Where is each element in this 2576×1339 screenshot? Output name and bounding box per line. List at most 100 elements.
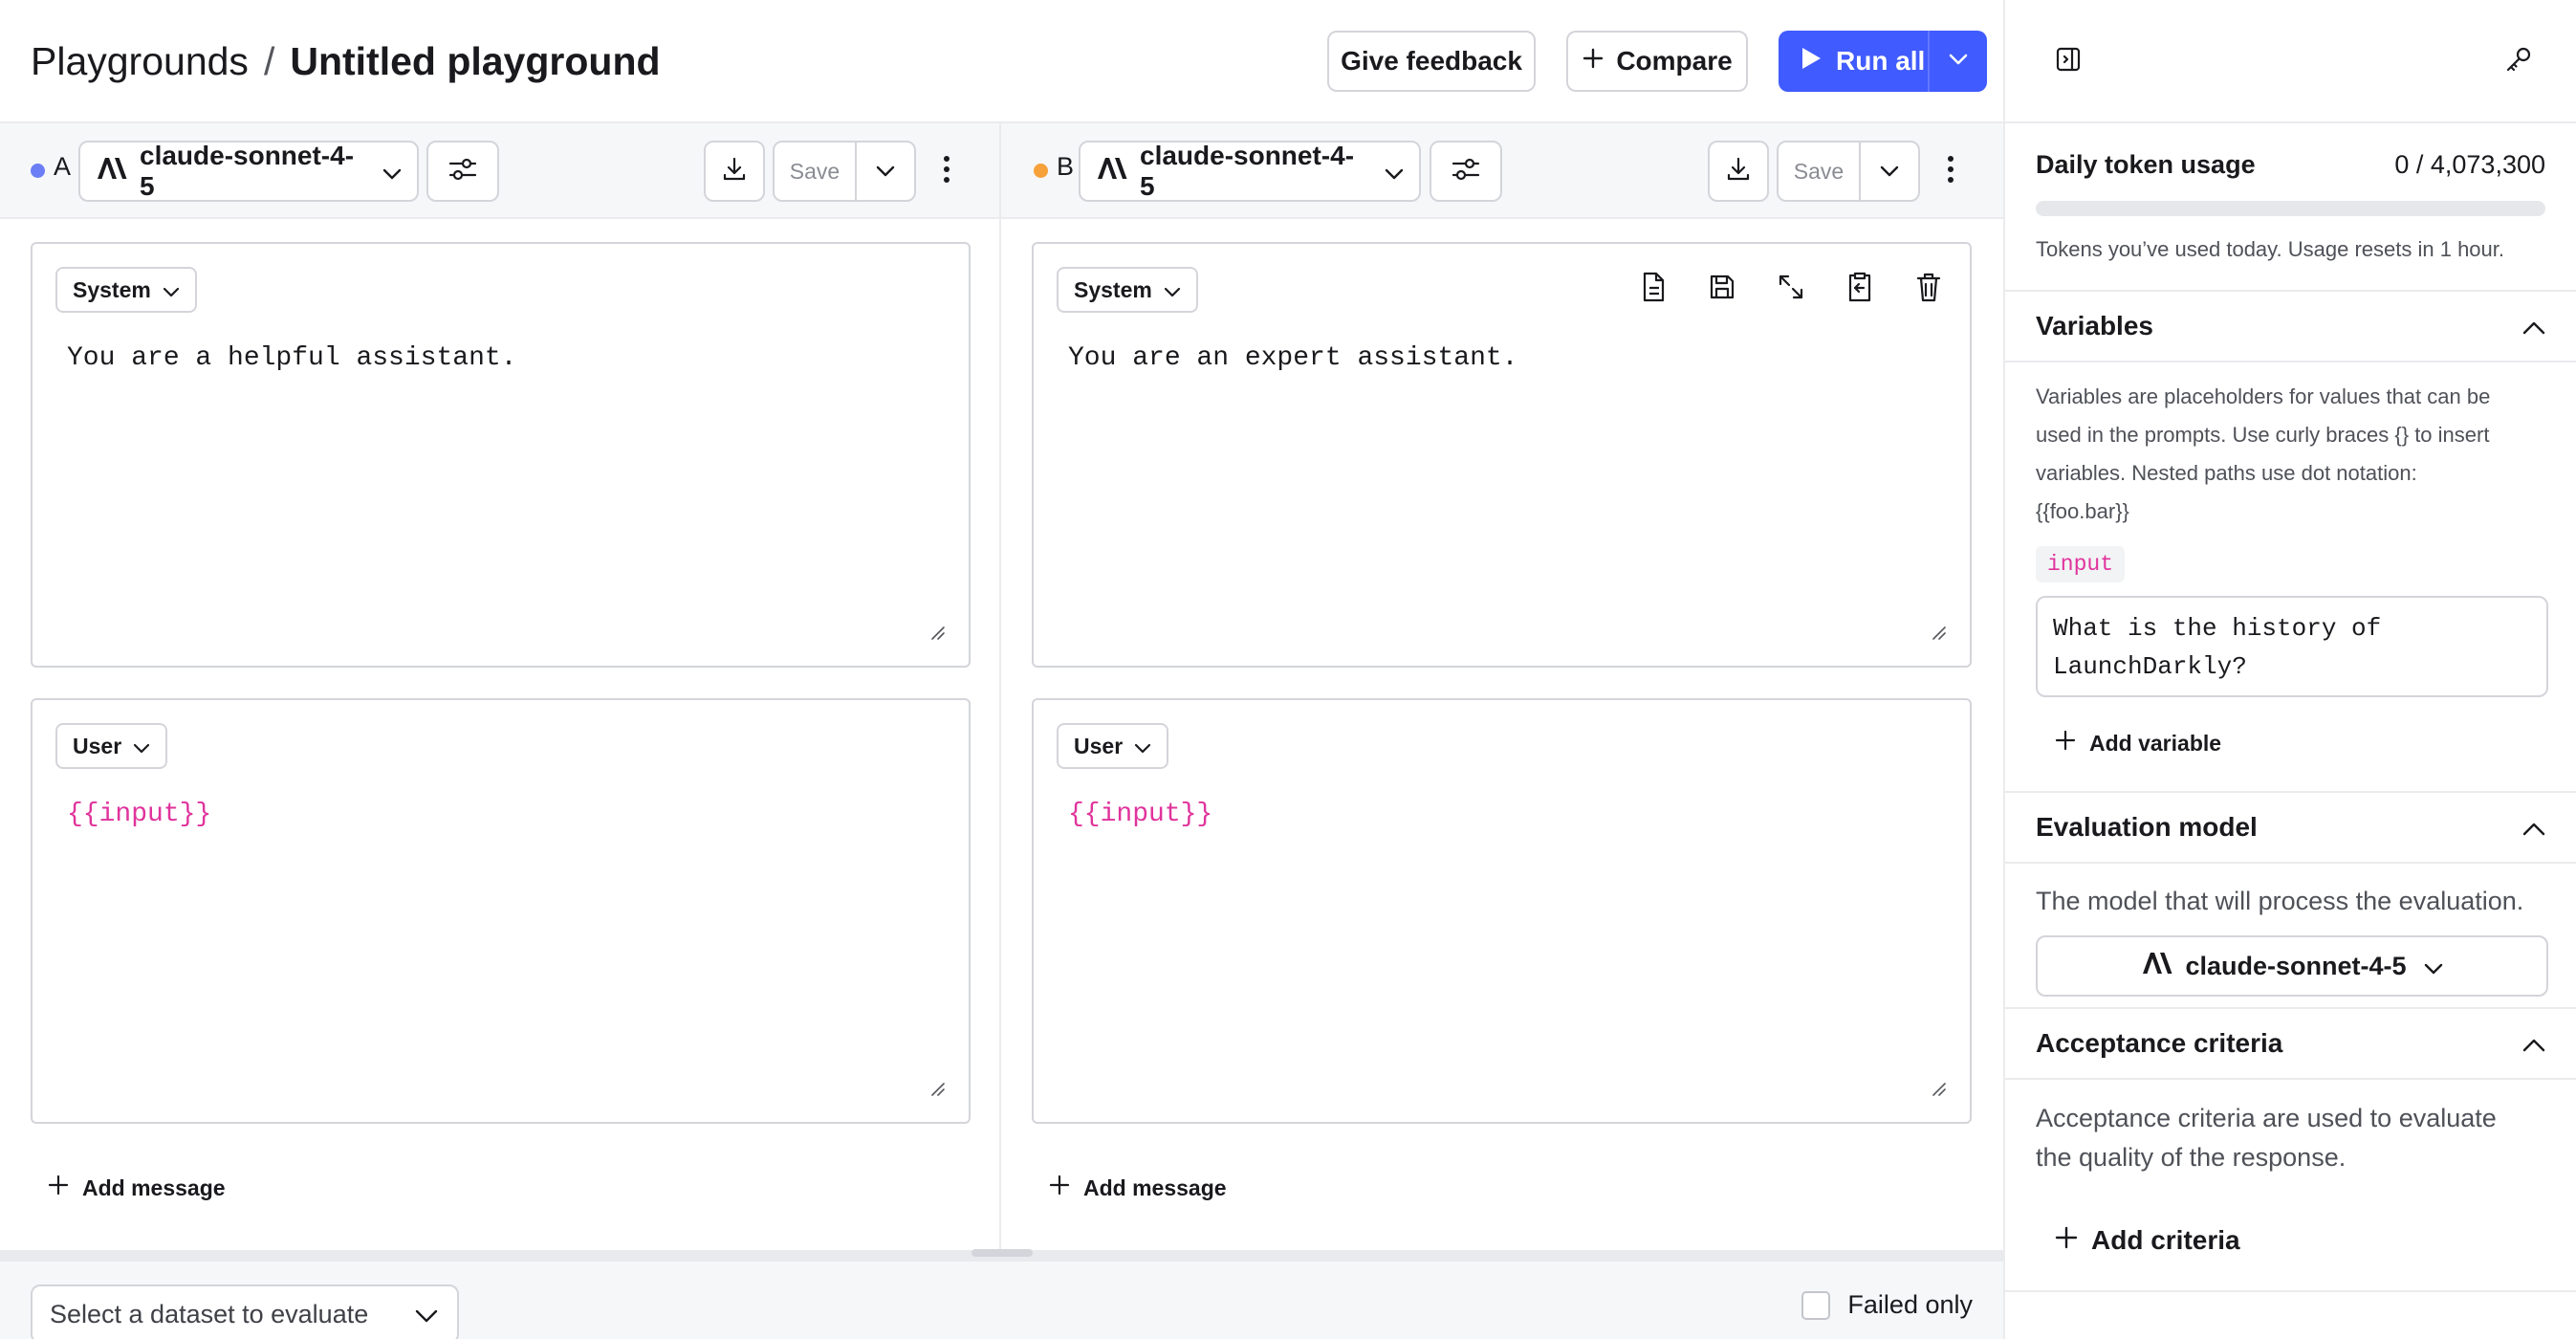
chevron-down-icon	[2424, 952, 2443, 981]
run-all-button[interactable]: Run all	[1779, 31, 1928, 92]
variant-a-model-label: claude-sonnet-4-5	[140, 141, 355, 201]
more-vertical-icon	[1947, 155, 1954, 188]
variant-b-download-button[interactable]	[1708, 141, 1769, 202]
anthropic-logo-icon	[96, 156, 128, 187]
variant-a-toolbar: A claude-sonnet-4-5 Save	[0, 123, 999, 219]
clipboard-copy-icon[interactable]	[1844, 271, 1876, 303]
breadcrumb: Playgrounds / Untitled playground	[31, 0, 661, 123]
resize-handle-icon[interactable]	[1930, 1080, 1947, 1097]
variant-a-parameters-button[interactable]	[426, 141, 499, 202]
dataset-select[interactable]: Select a dataset to evaluate	[31, 1284, 459, 1339]
compare-label: Compare	[1616, 46, 1733, 76]
variant-b-system-message: System You are an expert assistant.	[1032, 242, 1972, 668]
role-label: User	[73, 733, 122, 758]
breadcrumb-separator: /	[263, 39, 275, 83]
variant-b-user-message: User {{input}}	[1032, 698, 1972, 1124]
variables-section-body: Variables are placeholders for values th…	[2005, 362, 2576, 793]
variant-b-add-message-button[interactable]: Add message	[1049, 1169, 1227, 1207]
dataset-select-placeholder: Select a dataset to evaluate	[50, 1299, 369, 1328]
breadcrumb-playgrounds-link[interactable]: Playgrounds	[31, 39, 249, 84]
failed-only-checkbox[interactable]	[1801, 1290, 1831, 1320]
plus-icon	[2055, 1225, 2078, 1256]
token-usage-section: Daily token usage 0 / 4,073,300 Tokens y…	[2005, 123, 2576, 292]
variant-a-model-select[interactable]: claude-sonnet-4-5	[78, 141, 419, 202]
add-variable-button[interactable]: Add variable	[2036, 697, 2545, 789]
variant-b-user-prompt-editor[interactable]: {{input}}	[1068, 800, 1212, 829]
role-label: User	[1074, 733, 1124, 758]
page-title[interactable]: Untitled playground	[290, 39, 660, 84]
plus-icon	[1582, 46, 1605, 77]
variant-a-letter: A	[54, 152, 72, 181]
variant-b-parameters-button[interactable]	[1430, 141, 1502, 202]
panel-collapse-icon[interactable]	[2051, 42, 2085, 77]
add-criteria-button[interactable]: Add criteria	[2036, 1177, 2545, 1304]
message-toolbar	[1637, 271, 1945, 303]
acceptance-criteria-description-line: Acceptance criteria are used to evaluate	[2036, 1104, 2497, 1132]
acceptance-criteria-title: Acceptance criteria	[2036, 1028, 2283, 1058]
resize-handle-icon[interactable]	[1930, 624, 1947, 641]
resize-handle-icon[interactable]	[928, 624, 946, 641]
variant-b-more-menu[interactable]	[1939, 150, 1962, 192]
variables-section-header[interactable]: Variables	[2005, 292, 2576, 362]
evaluation-model-select[interactable]: claude-sonnet-4-5	[2036, 935, 2548, 997]
evaluation-model-section-header[interactable]: Evaluation model	[2005, 793, 2576, 864]
variant-a-save-group: Save	[773, 141, 916, 202]
anthropic-logo-icon	[2141, 952, 2173, 981]
add-criteria-label: Add criteria	[2091, 1225, 2240, 1255]
variant-a-add-message-button[interactable]: Add message	[48, 1169, 226, 1207]
evaluation-model-section-body: The model that will process the evaluati…	[2005, 864, 2576, 1009]
failed-only-label: Failed only	[1847, 1290, 1973, 1319]
compare-button[interactable]: Compare	[1566, 31, 1748, 92]
role-label: System	[73, 276, 151, 302]
variant-a-save-options[interactable]	[857, 143, 914, 200]
variant-b-user-role-select[interactable]: User	[1057, 723, 1169, 769]
variant-a-user-prompt-editor[interactable]: {{input}}	[67, 800, 211, 829]
variant-a-download-button[interactable]	[704, 141, 765, 202]
variant-b-system-role-select[interactable]: System	[1057, 267, 1198, 313]
variant-a-user-role-select[interactable]: User	[55, 723, 168, 769]
variant-b-save-options[interactable]	[1861, 143, 1918, 200]
variant-a-system-message: System You are a helpful assistant.	[31, 242, 971, 668]
download-icon	[1725, 156, 1752, 187]
expand-icon[interactable]	[1775, 271, 1807, 303]
chevron-up-icon	[2522, 812, 2545, 843]
chevron-down-icon	[133, 734, 150, 759]
variant-a-save-button[interactable]: Save	[775, 143, 857, 200]
variant-b-save-group: Save	[1777, 141, 1920, 202]
variables-description-line: {{foo.bar}}	[2036, 499, 2129, 523]
variable-value-line: LaunchDarkly?	[2053, 652, 2247, 681]
variant-b-save-button[interactable]: Save	[1779, 143, 1861, 200]
failed-only-filter[interactable]: Failed only	[1801, 1290, 1973, 1320]
variant-b-column: B claude-sonnet-4-5 Save System You are …	[1001, 123, 2003, 1250]
variant-a-system-role-select[interactable]: System	[55, 267, 197, 313]
variant-b-model-select[interactable]: claude-sonnet-4-5	[1079, 141, 1421, 202]
acceptance-criteria-section-header[interactable]: Acceptance criteria	[2005, 1009, 2576, 1080]
key-icon[interactable]	[2501, 42, 2536, 77]
panel-resize-handle[interactable]	[971, 1249, 1033, 1257]
save-icon[interactable]	[1706, 271, 1738, 303]
chevron-up-icon	[2522, 1028, 2545, 1059]
resize-handle-icon[interactable]	[928, 1080, 946, 1097]
variant-a-more-menu[interactable]	[935, 150, 958, 192]
settings-side-panel: Daily token usage 0 / 4,073,300 Tokens y…	[2003, 0, 2576, 1339]
variant-a-system-prompt-editor[interactable]: You are a helpful assistant.	[67, 343, 516, 373]
run-options-dropdown[interactable]	[1928, 31, 1987, 92]
variables-title: Variables	[2036, 311, 2153, 340]
trash-icon[interactable]	[1912, 271, 1945, 303]
anthropic-logo-icon	[1096, 156, 1128, 187]
variant-b-letter: B	[1057, 152, 1075, 181]
more-vertical-icon	[943, 155, 950, 188]
give-feedback-button[interactable]: Give feedback	[1327, 31, 1536, 92]
sliders-icon	[448, 156, 478, 187]
role-label: System	[1074, 276, 1152, 302]
give-feedback-label: Give feedback	[1341, 46, 1522, 76]
variable-value-input[interactable]: What is the history of LaunchDarkly?	[2036, 596, 2548, 697]
evaluation-model-label: claude-sonnet-4-5	[2185, 951, 2407, 980]
variant-b-system-prompt-editor[interactable]: You are an expert assistant.	[1068, 343, 1517, 373]
chevron-down-icon	[1134, 734, 1151, 759]
token-usage-progress	[2036, 201, 2545, 216]
acceptance-criteria-section-body: Acceptance criteria are used to evaluate…	[2005, 1080, 2576, 1292]
evaluation-model-title: Evaluation model	[2036, 812, 2258, 842]
plus-icon	[2055, 730, 2076, 757]
document-icon[interactable]	[1637, 271, 1670, 303]
